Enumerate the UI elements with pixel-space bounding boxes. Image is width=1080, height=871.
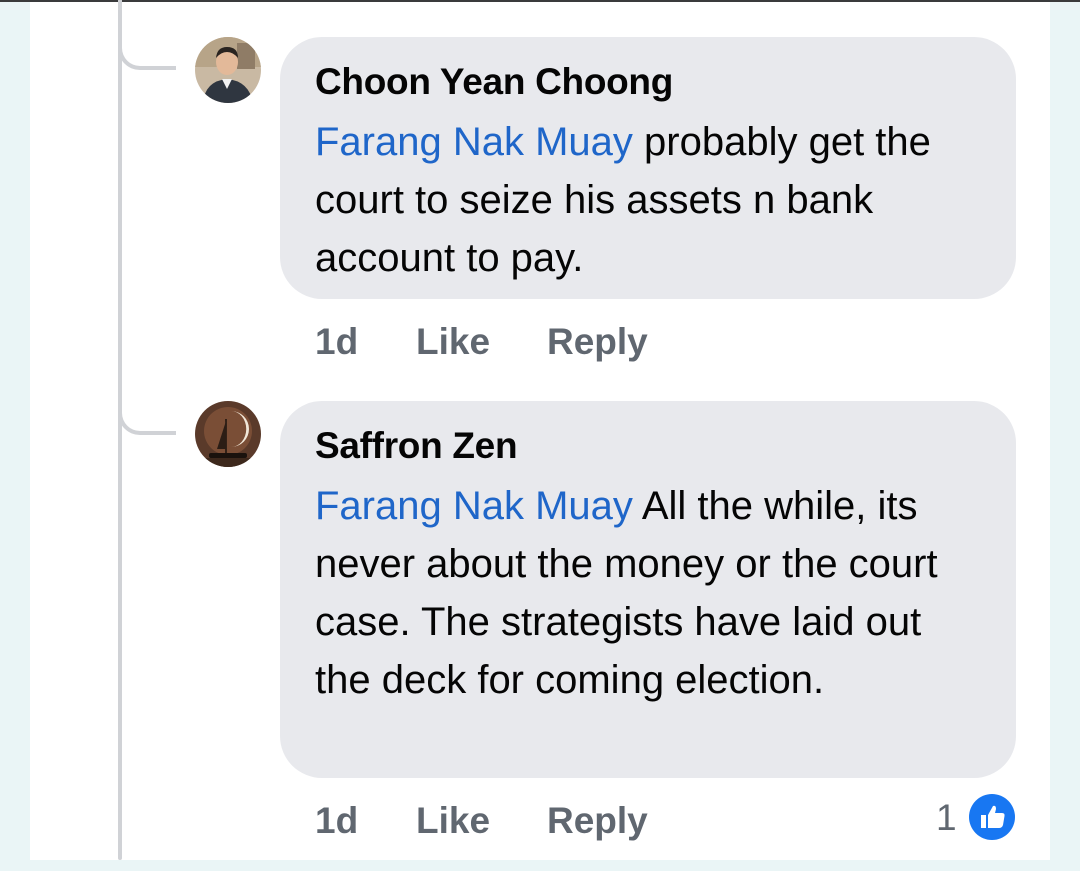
comment-bubble: Saffron Zen Farang Nak Muay All the whil… — [280, 401, 1016, 778]
person-photo-icon — [195, 37, 261, 103]
thread-connector — [118, 365, 176, 435]
thread-connector — [118, 0, 176, 70]
comment-text: Farang Nak Muay All the while, its never… — [315, 477, 982, 709]
comment-author[interactable]: Choon Yean Choong — [315, 59, 982, 105]
reply-button[interactable]: Reply — [547, 322, 648, 362]
moon-sailboat-icon — [195, 401, 261, 467]
reply-button[interactable]: Reply — [547, 801, 648, 841]
comment-timestamp[interactable]: 1d — [315, 801, 358, 841]
thread-line — [118, 2, 122, 860]
avatar[interactable] — [195, 401, 261, 467]
comment-author[interactable]: Saffron Zen — [315, 423, 982, 469]
reaction-count: 1 — [936, 797, 957, 838]
comment-text: Farang Nak Muay probably get the court t… — [315, 113, 982, 287]
avatar[interactable] — [195, 37, 261, 103]
like-button[interactable]: Like — [416, 322, 490, 362]
like-button[interactable]: Like — [416, 801, 490, 841]
comment-bubble: Choon Yean Choong Farang Nak Muay probab… — [280, 37, 1016, 299]
mention-link[interactable]: Farang Nak Muay — [315, 484, 633, 528]
mention-link[interactable]: Farang Nak Muay — [315, 120, 633, 164]
thumbs-up-icon — [969, 794, 1015, 840]
comment-timestamp[interactable]: 1d — [315, 322, 358, 362]
